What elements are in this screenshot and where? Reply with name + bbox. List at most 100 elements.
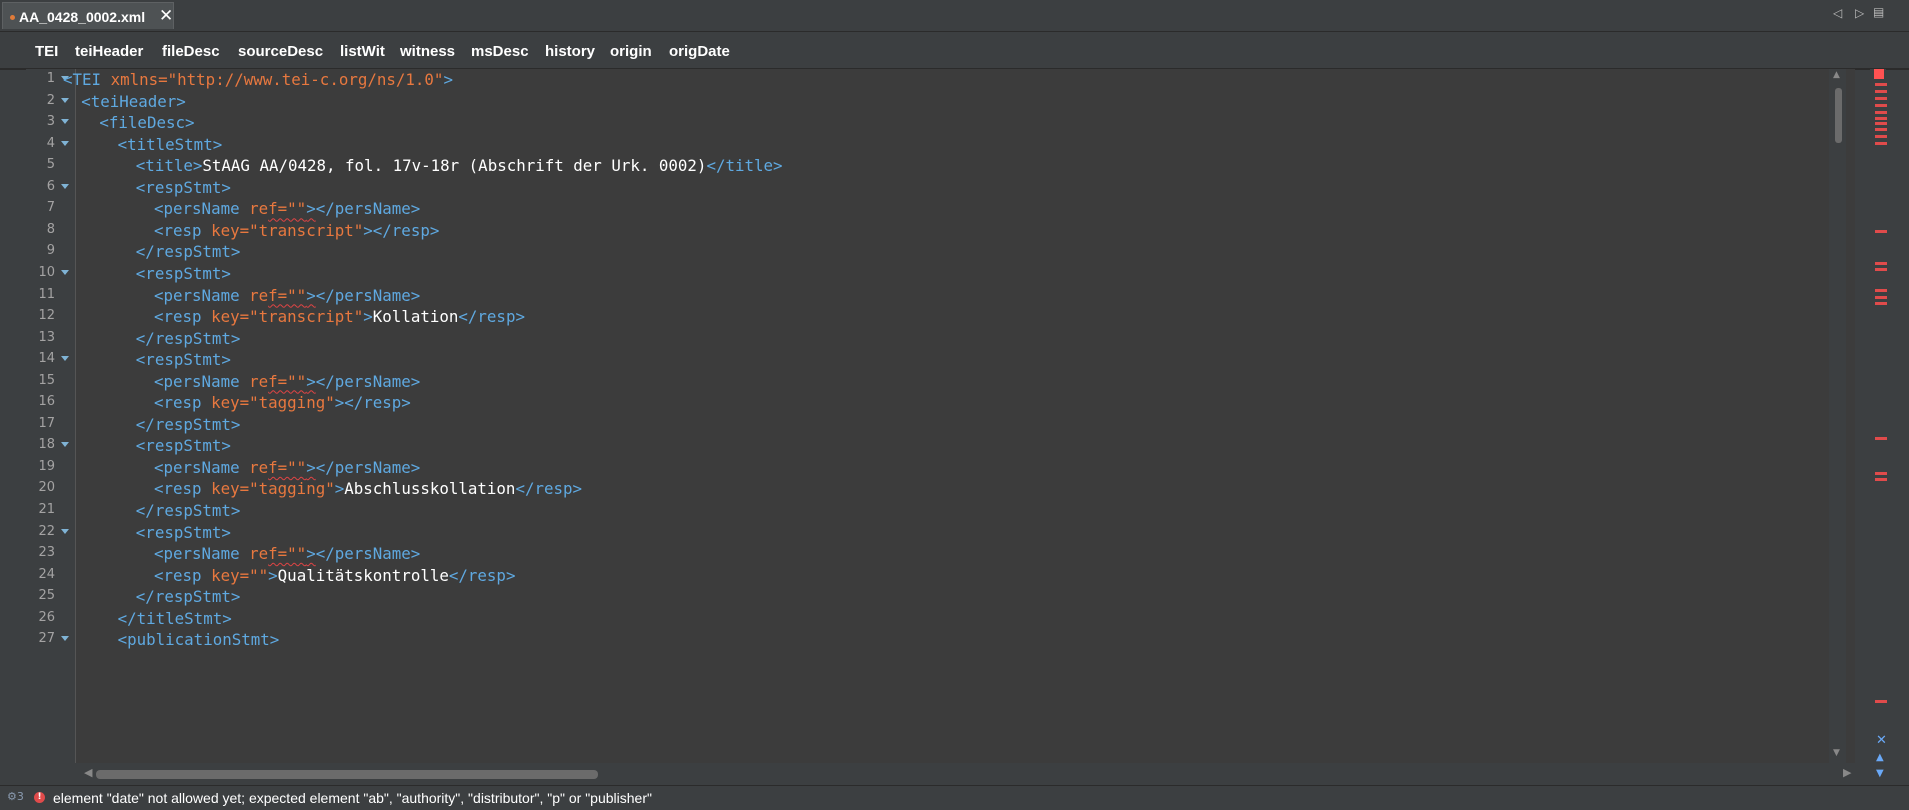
code-line[interactable]: </respStmt> — [136, 587, 241, 607]
next-error-icon[interactable]: ▼ — [1876, 768, 1884, 779]
previous-error-icon[interactable]: ▲ — [1876, 752, 1884, 763]
xml-tag-token: > — [306, 285, 316, 305]
vertical-scrollbar-thumb[interactable] — [1835, 88, 1842, 143]
error-status-icon[interactable] — [1874, 69, 1884, 79]
xml-tag-token: <resp — [154, 393, 212, 413]
code-line[interactable]: <persName ref=""></persName> — [154, 544, 420, 564]
code-area[interactable]: <TEI xmlns="http://www.tei-c.org/ns/1.0"… — [26, 69, 1855, 763]
breadcrumb-item-witness[interactable]: witness — [400, 43, 455, 60]
code-line[interactable]: <resp key="">Qualitätskontrolle</resp> — [154, 566, 515, 586]
error-stripe-mark[interactable] — [1875, 111, 1887, 114]
code-line[interactable]: <publicationStmt> — [118, 630, 280, 650]
xml-value-token: "transcript" — [249, 220, 364, 240]
error-stripe-mark[interactable] — [1875, 142, 1887, 145]
code-line[interactable]: </respStmt> — [136, 242, 241, 262]
breadcrumb-item-history[interactable]: history — [545, 43, 595, 60]
breadcrumb-item-msdesc[interactable]: msDesc — [471, 43, 529, 60]
error-stripe-mark[interactable] — [1875, 83, 1887, 86]
code-line[interactable]: <persName ref=""></persName> — [154, 286, 420, 306]
xml-tag-token: </persName> — [315, 285, 421, 305]
error-stripe-mark[interactable] — [1875, 97, 1887, 100]
code-line[interactable]: <persName ref=""></persName> — [154, 199, 420, 219]
code-line[interactable]: <respStmt> — [136, 350, 231, 370]
error-stripe-mark[interactable] — [1875, 437, 1887, 440]
code-line[interactable]: <fileDesc> — [99, 113, 194, 133]
code-line[interactable]: <resp key="transcript">Kollation</resp> — [154, 307, 525, 327]
error-stripe[interactable] — [1870, 69, 1886, 781]
gear-icon[interactable]: ⚙3 — [7, 790, 24, 803]
code-line[interactable]: <persName ref=""></persName> — [154, 372, 420, 392]
error-stripe-mark[interactable] — [1875, 262, 1887, 265]
error-stripe-mark[interactable] — [1875, 117, 1887, 120]
breadcrumb-item-origin[interactable]: origin — [610, 43, 652, 60]
editor-tab[interactable]: AA_0428_0002.xml ✕ — [2, 2, 174, 29]
xml-tag-token: </resp> — [448, 565, 516, 585]
code-line[interactable]: </respStmt> — [136, 501, 241, 521]
close-icon[interactable]: ✕ — [1876, 733, 1887, 748]
breadcrumb-item-sourcedesc[interactable]: sourceDesc — [238, 43, 323, 60]
xml-tag-token: </titleStmt> — [117, 608, 232, 628]
xml-tag-token: </persName> — [315, 457, 421, 477]
error-stripe-mark[interactable] — [1875, 472, 1887, 475]
breadcrumb: TEI teiHeader fileDesc sourceDesc listWi… — [0, 32, 1909, 70]
breadcrumb-item-tei[interactable]: TEI — [35, 43, 58, 60]
xml-tag-token: <TEI — [63, 70, 111, 89]
code-line[interactable]: <respStmt> — [136, 264, 231, 284]
error-stripe-mark[interactable] — [1875, 90, 1887, 93]
code-line[interactable]: </respStmt> — [136, 415, 241, 435]
code-editor[interactable]: 1 2 3 4 5 6 7 8 9 10 11 12 13 14 15 16 17 18 19 20 21 22 23 24 2… — [26, 69, 1855, 763]
xml-value-token: "http://www.tei-c.org/ns/1.0" — [167, 70, 444, 89]
xml-tag-token: <resp — [154, 307, 212, 327]
error-stripe-mark[interactable] — [1875, 268, 1887, 271]
code-line[interactable]: <titleStmt> — [118, 135, 223, 155]
code-line[interactable]: </respStmt> — [136, 329, 241, 349]
breadcrumb-item-origdate[interactable]: origDate — [669, 43, 730, 60]
xml-tag-token: > — [268, 565, 278, 585]
close-icon[interactable]: ✕ — [159, 6, 173, 26]
xml-tag-token: > — [306, 457, 316, 477]
tab-list-menu-icon[interactable]: ▤ — [1873, 5, 1884, 19]
error-stripe-mark[interactable] — [1875, 135, 1887, 138]
code-line[interactable]: <resp key="tagging">Abschlusskollation</… — [154, 479, 582, 499]
scroll-left-icon[interactable]: ◀ — [84, 766, 92, 779]
error-stripe-mark[interactable] — [1875, 478, 1887, 481]
code-line[interactable]: <resp key="transcript"></resp> — [154, 221, 439, 241]
error-stripe-mark[interactable] — [1875, 128, 1887, 131]
error-stripe-mark[interactable] — [1875, 104, 1887, 107]
scroll-down-icon[interactable]: ▼ — [1833, 748, 1840, 758]
code-line[interactable]: <respStmt> — [136, 436, 231, 456]
code-line[interactable]: <persName ref=""></persName> — [154, 458, 420, 478]
xml-tag-token: </persName> — [315, 544, 421, 564]
code-line[interactable]: <TEI xmlns="http://www.tei-c.org/ns/1.0"… — [63, 70, 453, 90]
xml-tag-token: </respStmt> — [135, 501, 241, 520]
xml-attribute-token: f="" — [268, 199, 307, 219]
scroll-up-icon[interactable]: ▲ — [1833, 70, 1840, 80]
xml-tag-token: <resp — [154, 565, 212, 585]
code-line[interactable]: </titleStmt> — [118, 609, 232, 629]
error-stripe-mark[interactable] — [1875, 230, 1887, 233]
xml-tag-token: > — [306, 544, 316, 564]
tab-scroll-left-icon[interactable]: ◁ — [1833, 6, 1842, 20]
breadcrumb-item-filedesc[interactable]: fileDesc — [162, 43, 220, 60]
tab-scroll-right-icon[interactable]: ▷ — [1855, 6, 1864, 20]
code-line[interactable]: <respStmt> — [136, 523, 231, 543]
code-line[interactable]: <teiHeader> — [81, 92, 186, 112]
xml-attribute-token: key= — [211, 565, 250, 585]
xml-attribute-token: re — [249, 199, 269, 219]
breadcrumb-item-teiheader[interactable]: teiHeader — [75, 43, 143, 60]
scroll-right-icon[interactable]: ▶ — [1843, 766, 1851, 779]
xml-tag-token: <resp — [154, 220, 212, 240]
xml-tag-token: > — [363, 307, 373, 327]
error-stripe-mark[interactable] — [1875, 302, 1887, 305]
error-stripe-mark[interactable] — [1875, 122, 1887, 125]
code-line[interactable]: <resp key="tagging"></resp> — [154, 393, 411, 413]
code-line[interactable]: <respStmt> — [136, 178, 231, 198]
breadcrumb-item-listwit[interactable]: listWit — [340, 43, 385, 60]
xml-value-token: "tagging" — [249, 393, 335, 413]
error-stripe-mark[interactable] — [1875, 700, 1887, 703]
code-line[interactable]: <title>StAAG AA/0428, fol. 17v-18r (Absc… — [136, 156, 783, 176]
error-stripe-mark[interactable] — [1875, 296, 1887, 299]
horizontal-scrollbar-thumb[interactable] — [96, 770, 598, 779]
error-stripe-mark[interactable] — [1875, 289, 1887, 292]
vertical-scrollbar[interactable] — [1829, 69, 1846, 763]
